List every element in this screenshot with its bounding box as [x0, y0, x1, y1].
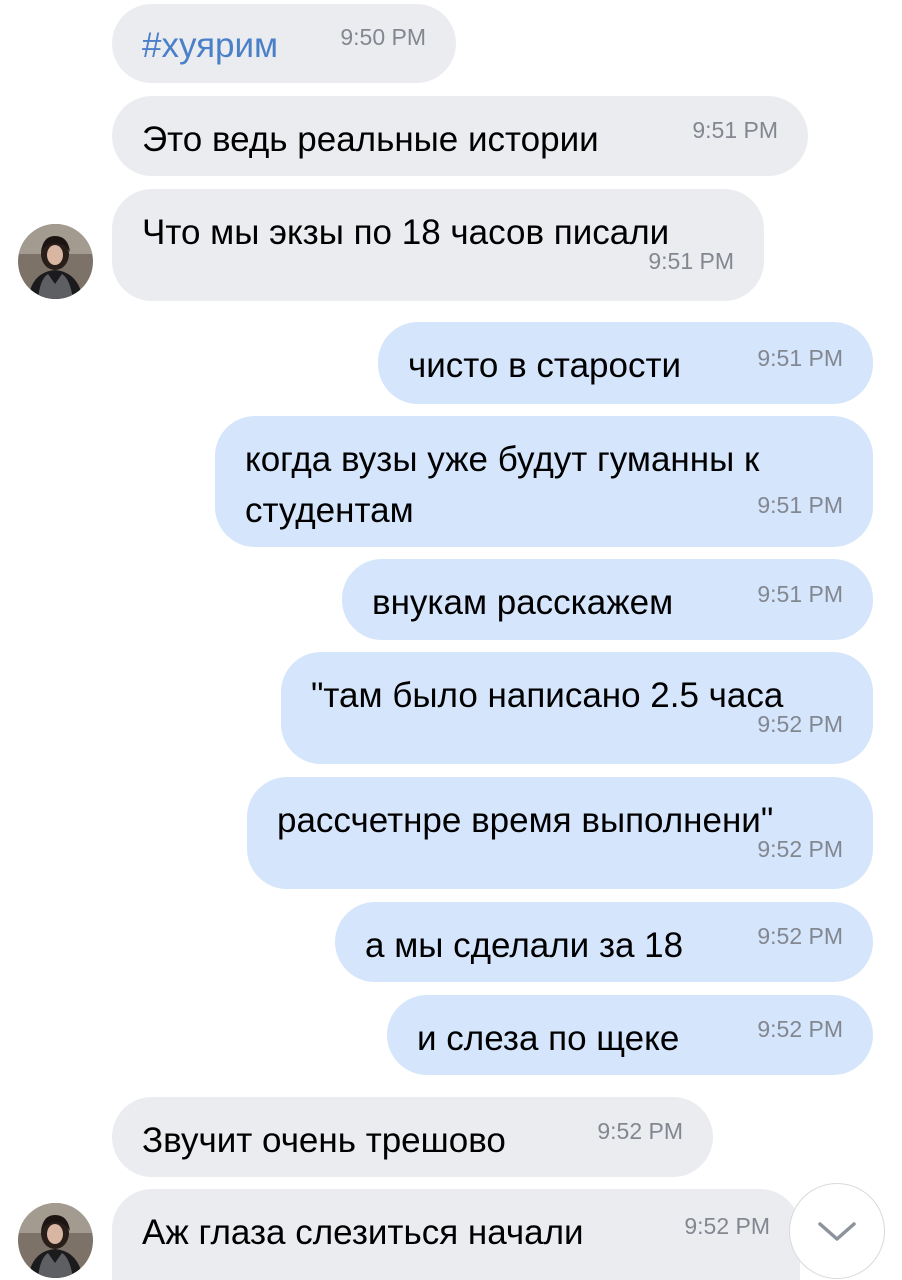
message-text: Это ведь реальные истории	[142, 120, 599, 159]
message-bubble-outgoing[interactable]: внукам расскажем 9:51 PM	[342, 559, 873, 640]
message-time: 9:51 PM	[648, 248, 734, 274]
message-text: и слеза по щеке	[417, 1019, 680, 1058]
message-bubble-incoming[interactable]: Это ведь реальные истории 9:51 PM	[112, 96, 808, 176]
hashtag-link[interactable]: #хуярим	[142, 26, 278, 65]
message-time: 9:52 PM	[757, 836, 843, 862]
message-time: 9:51 PM	[757, 581, 843, 607]
message-time: 9:51 PM	[692, 117, 778, 143]
message-time: 9:51 PM	[757, 492, 843, 518]
message-bubble-outgoing[interactable]: и слеза по щеке 9:52 PM	[387, 995, 873, 1075]
message-bubble-outgoing[interactable]: когда вузы уже будут гуманны к студентам…	[215, 416, 873, 547]
message-time: 9:52 PM	[597, 1118, 683, 1144]
message-bubble-outgoing[interactable]: "там было написано 2.5 часа 9:52 PM	[281, 652, 873, 764]
message-bubble-incoming[interactable]: Звучит очень трешово 9:52 PM	[112, 1097, 713, 1177]
message-time: 9:52 PM	[757, 923, 843, 949]
message-bubble-outgoing[interactable]: а мы сделали за 18 9:52 PM	[335, 902, 873, 982]
message-text: рассчетнре время выполнени"	[277, 801, 774, 840]
message-bubble-incoming[interactable]: Что мы экзы по 18 часов писали 9:51 PM	[112, 189, 764, 301]
message-text-line: когда вузы уже будут гуманны к	[245, 440, 760, 479]
message-text: Аж глаза слезиться начали	[142, 1213, 584, 1252]
message-text: чисто в старости	[408, 346, 682, 385]
message-time: 9:50 PM	[340, 24, 426, 50]
message-text: Звучит очень трешово	[142, 1121, 506, 1160]
message-text: Что мы экзы по 18 часов писали	[142, 213, 670, 252]
avatar[interactable]	[18, 224, 93, 299]
message-time: 9:52 PM	[757, 711, 843, 737]
message-bubble-outgoing[interactable]: рассчетнре время выполнени" 9:52 PM	[247, 777, 873, 889]
message-text: а мы сделали за 18	[365, 926, 684, 965]
chevron-down-icon	[817, 1221, 856, 1241]
message-time: 9:51 PM	[757, 345, 843, 371]
message-text: внукам расскажем	[372, 583, 674, 622]
avatar-image	[18, 224, 93, 299]
message-time: 9:52 PM	[757, 1016, 843, 1042]
message-bubble-incoming[interactable]: #хуярим 9:50 PM	[112, 4, 456, 83]
message-bubble-outgoing[interactable]: чисто в старости 9:51 PM	[378, 322, 873, 404]
message-text: "там было написано 2.5 часа	[311, 676, 784, 715]
scroll-to-bottom-button[interactable]	[789, 1183, 885, 1279]
avatar-image	[18, 1203, 93, 1278]
avatar[interactable]	[18, 1203, 93, 1278]
message-bubble-incoming[interactable]: Аж глаза слезиться начали 9:52 PM	[112, 1189, 800, 1280]
message-time: 9:52 PM	[684, 1213, 770, 1239]
message-text-line: студентам	[245, 491, 414, 530]
